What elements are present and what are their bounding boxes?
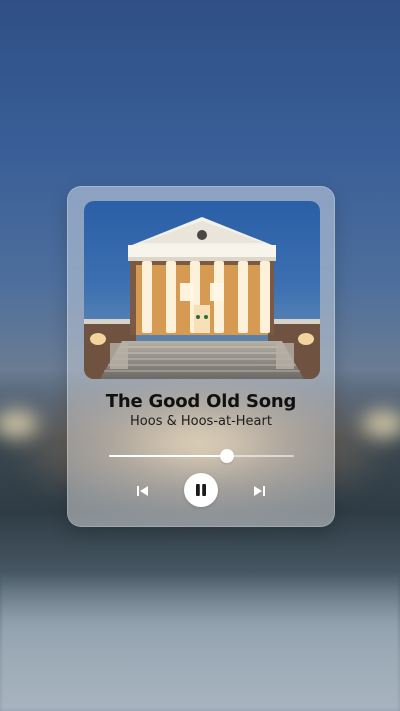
skip-next-icon: [254, 486, 265, 496]
progress-thumb[interactable]: [220, 449, 235, 463]
music-player-card: The Good Old Song Hoos & Hoos-at-Heart: [67, 186, 335, 527]
playback-controls: [68, 473, 334, 509]
next-button[interactable]: [248, 481, 270, 501]
previous-button[interactable]: [132, 481, 154, 501]
artist-name: Hoos & Hoos-at-Heart: [130, 414, 272, 429]
lock-screen: The Good Old Song Hoos & Hoos-at-Heart: [0, 0, 400, 711]
rotunda-artwork: [84, 217, 320, 379]
background-light: [362, 410, 400, 438]
background-snow: [0, 571, 400, 711]
song-title: The Good Old Song: [105, 391, 297, 412]
pause-button[interactable]: [184, 473, 218, 507]
skip-previous-icon: [137, 486, 148, 496]
progress-slider[interactable]: [109, 449, 294, 463]
album-art: [84, 201, 320, 379]
progress-fill: [109, 455, 228, 457]
pause-icon: [196, 484, 206, 496]
